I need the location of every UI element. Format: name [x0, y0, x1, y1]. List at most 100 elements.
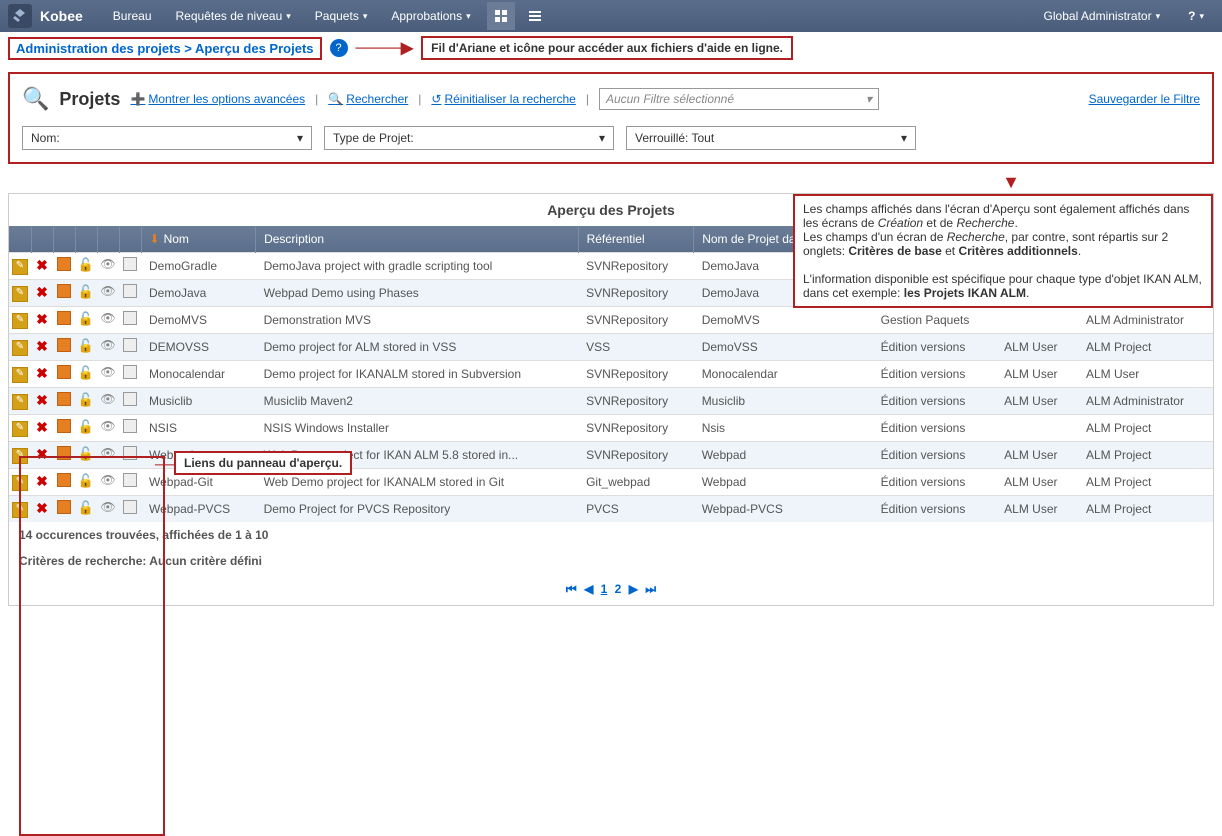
history-icon[interactable]: [123, 365, 137, 379]
view-icon[interactable]: 👁: [100, 311, 115, 325]
menu-bureau[interactable]: Bureau: [103, 2, 162, 30]
edit-icon[interactable]: [12, 286, 28, 302]
view-icon[interactable]: 👁: [100, 446, 115, 460]
pager-next[interactable]: ▶: [629, 582, 638, 596]
search-link[interactable]: 🔍Rechercher: [328, 92, 408, 106]
lock-icon[interactable]: 🔓: [78, 392, 94, 407]
history-icon[interactable]: [123, 284, 137, 298]
history-icon[interactable]: [123, 311, 137, 325]
filter-name[interactable]: Nom:▾: [22, 126, 312, 150]
delete-icon[interactable]: ✖: [36, 473, 48, 489]
pager-page-2[interactable]: 2: [615, 582, 622, 596]
view-icon[interactable]: 👁: [100, 284, 115, 298]
delete-icon[interactable]: ✖: [36, 284, 48, 300]
help-icon[interactable]: ?: [330, 39, 348, 57]
edit-icon[interactable]: [12, 448, 28, 464]
icon-btn-2[interactable]: [521, 2, 549, 30]
copy-icon[interactable]: [57, 338, 71, 352]
user-menu[interactable]: Global Administrator▾: [1034, 3, 1171, 29]
help-menu[interactable]: ?▾: [1178, 3, 1214, 29]
cell-rcv: Musiclib: [694, 388, 873, 415]
edit-icon[interactable]: [12, 340, 28, 356]
pager-first[interactable]: ⏮: [566, 582, 577, 597]
col-repo[interactable]: Référentiel: [578, 226, 694, 253]
save-filter-link[interactable]: Sauvegarder le Filtre: [1089, 92, 1200, 106]
edit-icon[interactable]: [12, 259, 28, 275]
history-icon[interactable]: [123, 473, 137, 487]
delete-icon[interactable]: ✖: [36, 446, 48, 462]
lock-icon[interactable]: 🔓: [78, 311, 94, 326]
copy-icon[interactable]: [57, 419, 71, 433]
cell-rcv: Monocalendar: [694, 361, 873, 388]
pager-page-1[interactable]: 1: [601, 582, 608, 596]
copy-icon[interactable]: [57, 392, 71, 406]
advanced-options-link[interactable]: ➕Montrer les options avancées: [130, 92, 305, 106]
breadcrumb[interactable]: Administration des projets > Aperçu des …: [8, 37, 322, 60]
pager-last[interactable]: ⏭: [645, 582, 656, 597]
lock-icon[interactable]: 🔓: [78, 257, 94, 272]
filter-locked[interactable]: Verrouillé: Tout▾: [626, 126, 916, 150]
pager: ⏮ ◀ 1 2 ▶ ⏭: [9, 574, 1213, 605]
delete-icon[interactable]: ✖: [36, 311, 48, 327]
menu-paquets[interactable]: Paquets▾: [305, 2, 378, 30]
copy-icon[interactable]: [57, 311, 71, 325]
history-icon[interactable]: [123, 446, 137, 460]
brand: Kobee: [40, 8, 83, 24]
view-icon[interactable]: 👁: [100, 392, 115, 406]
overview-panel: Aperçu des Projets Les champs affichés d…: [8, 193, 1214, 606]
filter-select[interactable]: Aucun Filtre sélectionné▾: [599, 88, 879, 110]
view-icon[interactable]: 👁: [100, 365, 115, 379]
copy-icon[interactable]: [57, 446, 71, 460]
delete-icon[interactable]: ✖: [36, 419, 48, 435]
chevron-down-icon: ▾: [286, 11, 291, 22]
copy-icon[interactable]: [57, 365, 71, 379]
history-icon[interactable]: [123, 392, 137, 406]
cell-name: Webpad-PVCS: [141, 496, 256, 523]
copy-icon[interactable]: [57, 284, 71, 298]
view-icon[interactable]: 👁: [100, 419, 115, 433]
delete-icon[interactable]: ✖: [36, 257, 48, 273]
lock-icon[interactable]: 🔓: [78, 446, 94, 461]
copy-icon[interactable]: [57, 500, 71, 514]
pager-prev[interactable]: ◀: [584, 582, 593, 596]
history-icon[interactable]: [123, 419, 137, 433]
history-icon[interactable]: [123, 257, 137, 271]
menu-requetes[interactable]: Requêtes de niveau▾: [166, 2, 301, 30]
delete-icon[interactable]: ✖: [36, 500, 48, 516]
edit-icon[interactable]: [12, 367, 28, 383]
edit-icon[interactable]: [12, 475, 28, 491]
lock-icon[interactable]: 🔓: [78, 500, 94, 515]
edit-icon[interactable]: [12, 313, 28, 329]
col-desc[interactable]: Description: [256, 226, 579, 253]
cell-type: Édition versions: [873, 334, 997, 361]
lock-icon[interactable]: 🔓: [78, 365, 94, 380]
icon-btn-1[interactable]: [487, 2, 515, 30]
menu-approbations[interactable]: Approbations▾: [381, 2, 480, 30]
col-name[interactable]: ⬇Nom: [141, 226, 256, 253]
cell-repo: PVCS: [578, 496, 694, 523]
view-icon[interactable]: 👁: [100, 338, 115, 352]
search-criteria: Critères de recherche: Aucun critère déf…: [9, 548, 1213, 574]
lock-icon[interactable]: 🔓: [78, 284, 94, 299]
edit-icon[interactable]: [12, 421, 28, 437]
delete-icon[interactable]: ✖: [36, 338, 48, 354]
reset-search-link[interactable]: ↺Réinitialiser la recherche: [431, 92, 575, 106]
lock-icon[interactable]: 🔓: [78, 338, 94, 353]
view-icon[interactable]: 👁: [100, 257, 115, 271]
copy-icon[interactable]: [57, 473, 71, 487]
history-icon[interactable]: [123, 338, 137, 352]
filter-type[interactable]: Type de Projet:▾: [324, 126, 614, 150]
history-icon[interactable]: [123, 500, 137, 514]
chevron-down-icon: ▾: [1199, 11, 1204, 22]
copy-icon[interactable]: [57, 257, 71, 271]
delete-icon[interactable]: ✖: [36, 392, 48, 408]
edit-icon[interactable]: [12, 394, 28, 410]
view-icon[interactable]: 👁: [100, 500, 115, 514]
cell-repo: SVNRepository: [578, 361, 694, 388]
lock-icon[interactable]: 🔓: [78, 419, 94, 434]
cell-type: Gestion Paquets: [873, 307, 997, 334]
lock-icon[interactable]: 🔓: [78, 473, 94, 488]
delete-icon[interactable]: ✖: [36, 365, 48, 381]
view-icon[interactable]: 👁: [100, 473, 115, 487]
edit-icon[interactable]: [12, 502, 28, 518]
